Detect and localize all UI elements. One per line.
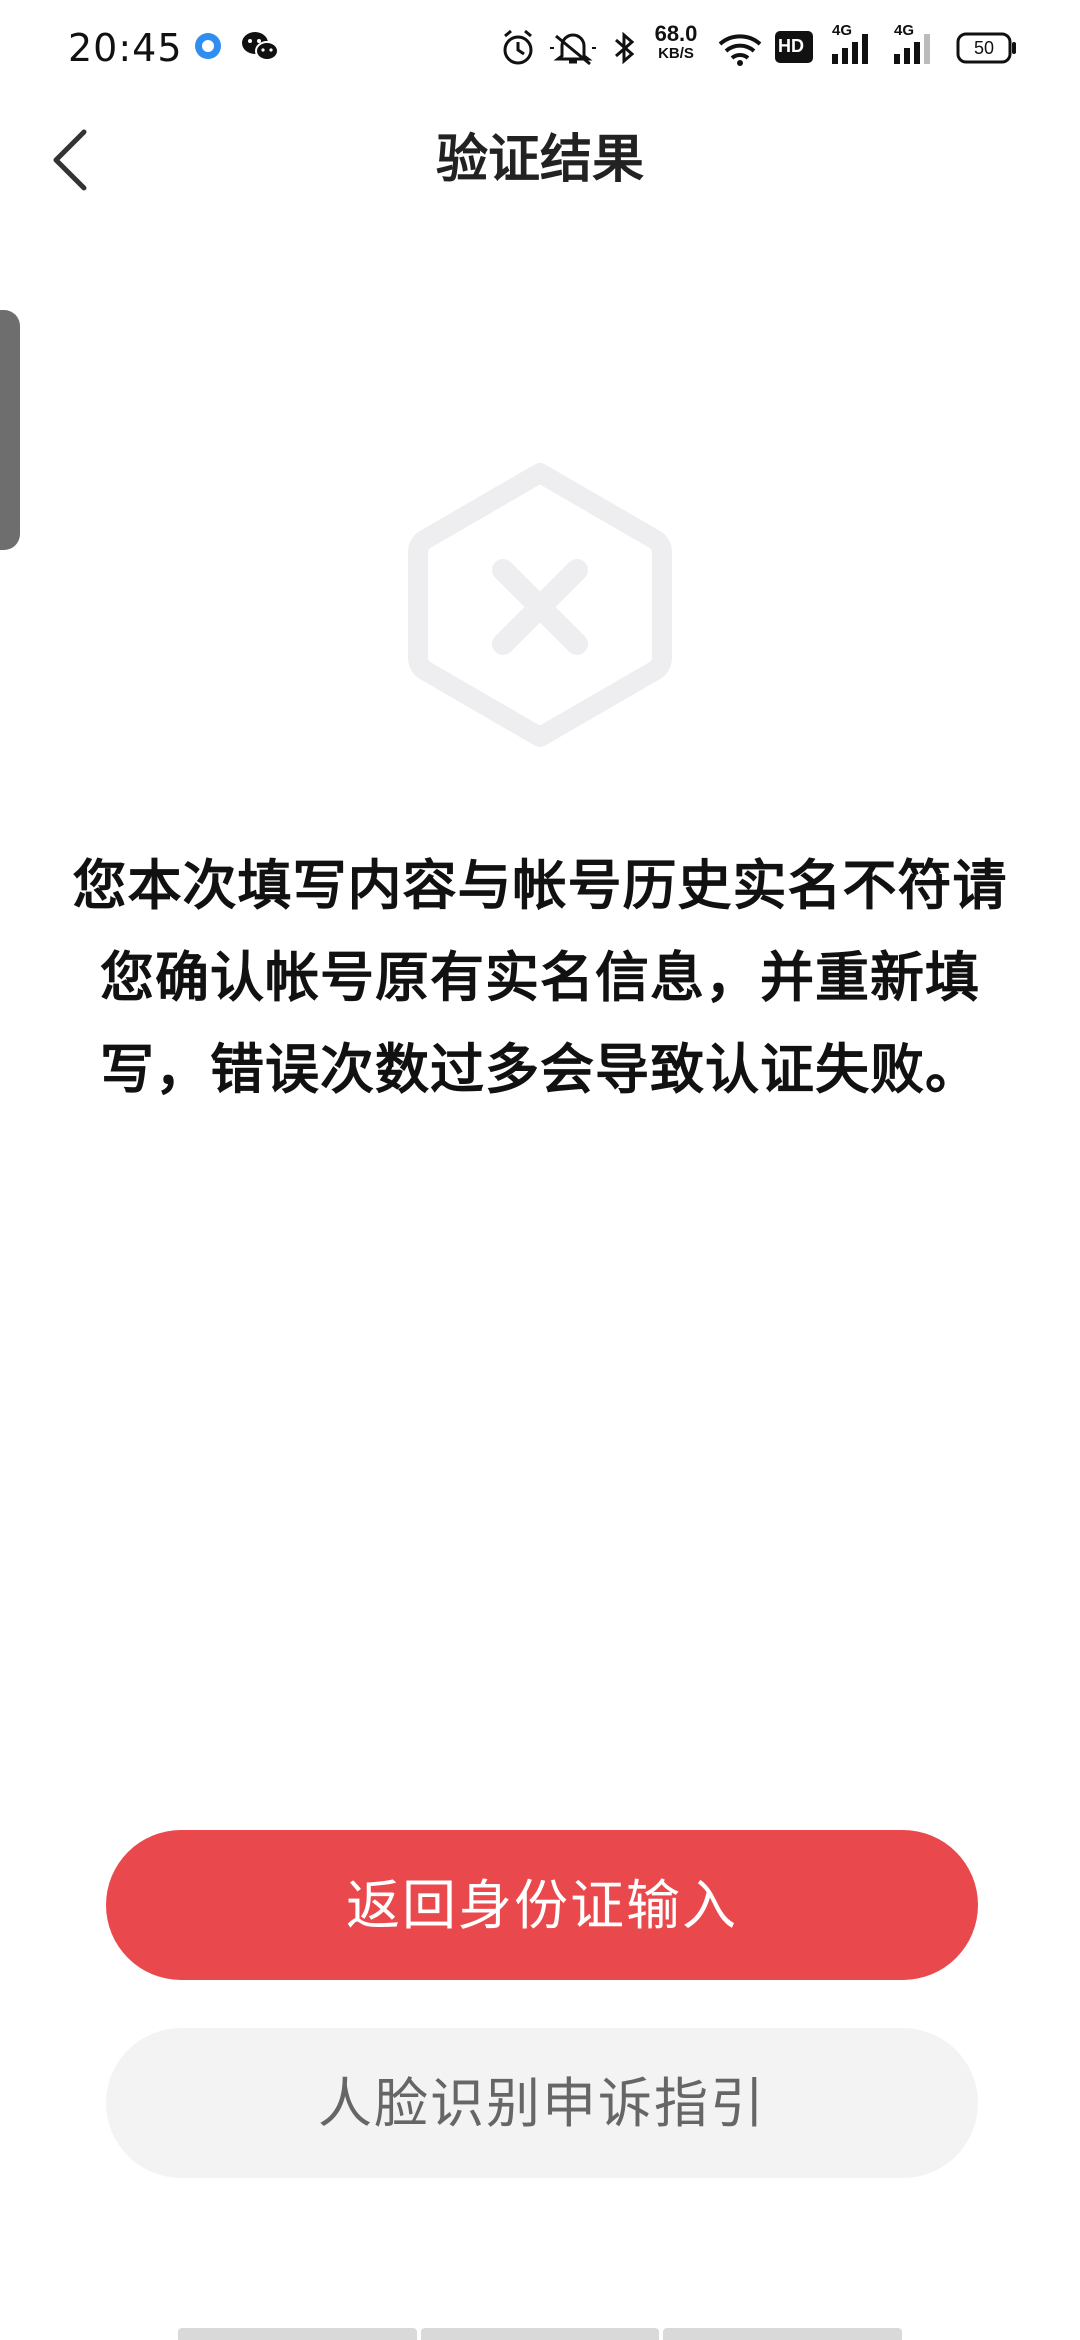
result-message: 您本次填写内容与帐号历史实名不符请 您确认帐号原有实名信息，并重新填 写，错误次… <box>60 840 1020 1116</box>
network-speed: 68.0 KB/S <box>648 22 704 70</box>
side-drawer-handle[interactable] <box>0 310 20 550</box>
face-recognition-appeal-guide-button[interactable]: 人脸识别申诉指引 <box>106 2028 978 2178</box>
blue-dot-app-icon <box>192 30 224 66</box>
return-id-input-button[interactable]: 返回身份证输入 <box>106 1830 978 1980</box>
verification-result-screen: 20:45 68.0 KB/S HD 4G 4G 50 验证结果 您本次填写内容… <box>0 0 1080 2340</box>
hd-label: HD <box>778 36 804 56</box>
bottom-navigation-indicator[interactable] <box>178 2328 903 2340</box>
network-speed-unit: KB/S <box>658 45 694 62</box>
header: 验证结果 <box>0 110 1080 210</box>
signal-4g-label: 4G <box>832 22 853 39</box>
result-message-line-3: 写，错误次数过多会导致认证失败。 <box>100 1038 980 1101</box>
result-message-line-1: 您本次填写内容与帐号历史实名不符请 <box>72 854 1008 917</box>
nav-indicator-segment <box>178 2328 417 2340</box>
page-title: 验证结果 <box>435 130 644 190</box>
bluetooth-icon <box>610 24 638 72</box>
signal-4g-icon: 4G <box>830 22 878 70</box>
hd-icon: HD <box>774 30 814 78</box>
battery-icon: 50 <box>956 32 1018 80</box>
fail-hexagon-x-icon <box>400 455 680 755</box>
signal-4g-2-label: 4G <box>894 22 915 39</box>
result-message-line-2: 您确认帐号原有实名信息，并重新填 <box>100 946 980 1009</box>
status-bar: 20:45 68.0 KB/S HD 4G 4G 50 <box>0 0 1080 96</box>
alarm-icon <box>498 24 538 72</box>
signal-4g-2-icon: 4G <box>892 22 940 70</box>
battery-level: 50 <box>973 38 995 58</box>
wifi-icon <box>716 24 764 72</box>
nav-indicator-segment <box>420 2328 660 2340</box>
status-time: 20:45 <box>68 26 183 70</box>
network-speed-value: 68.0 <box>654 21 698 46</box>
mute-icon <box>548 24 598 72</box>
nav-indicator-segment <box>663 2328 903 2340</box>
wechat-icon <box>240 30 280 68</box>
